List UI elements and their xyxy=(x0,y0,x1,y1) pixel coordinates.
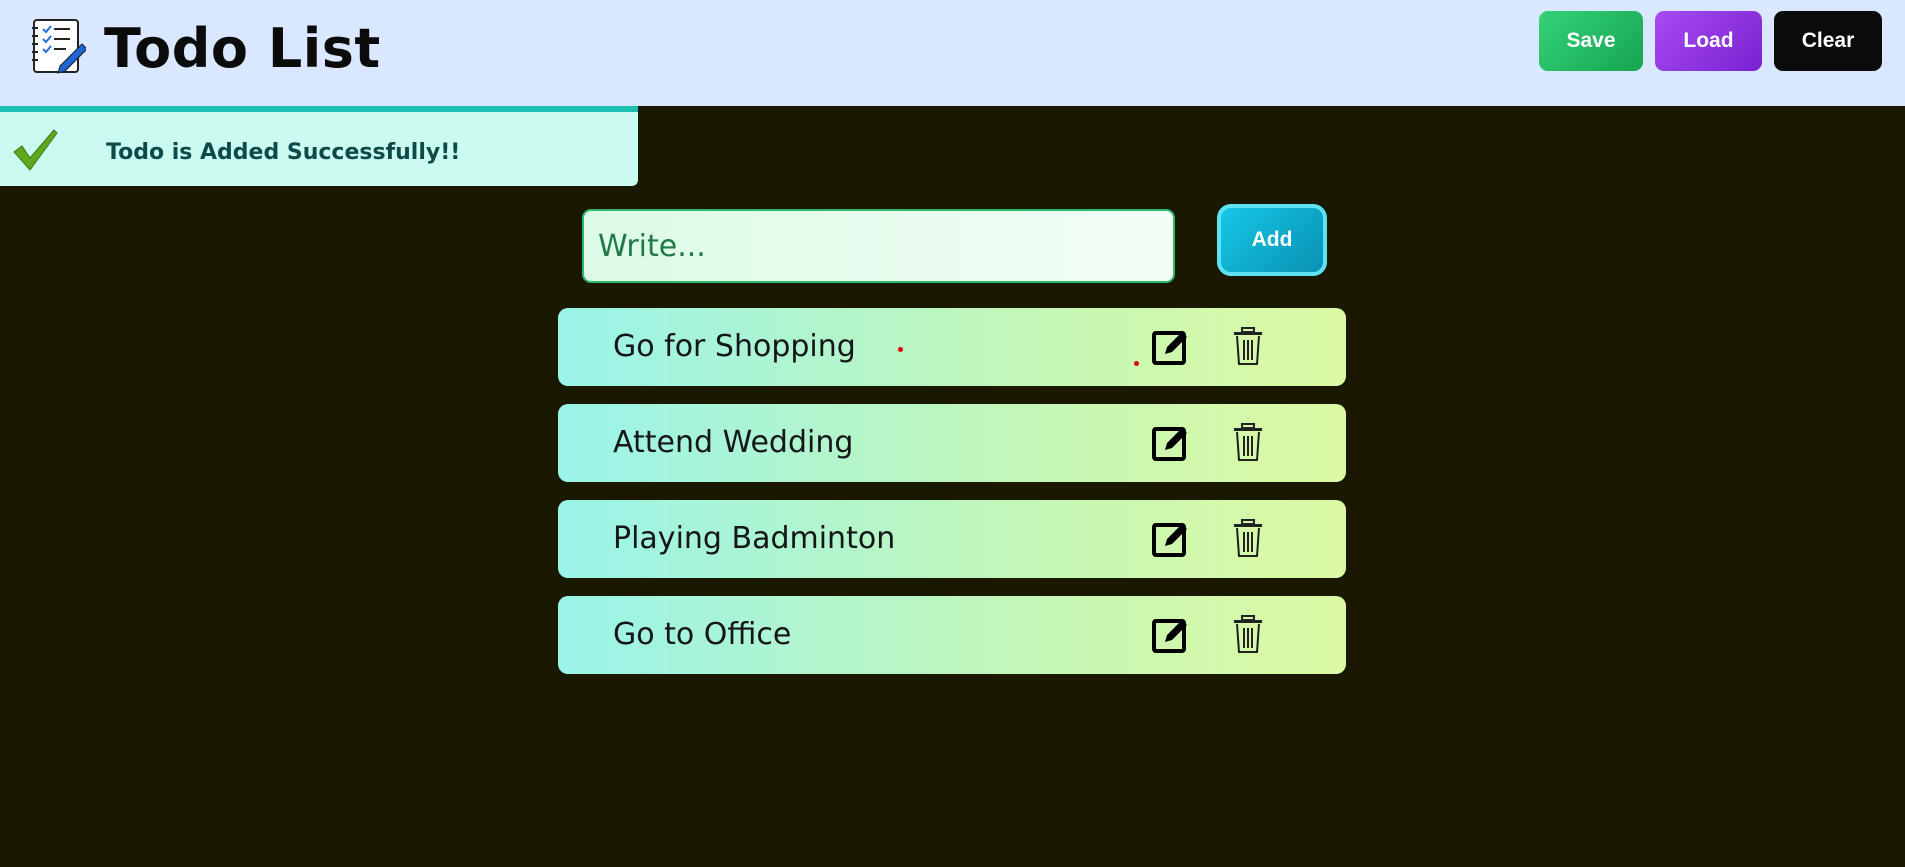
save-button[interactable]: Save xyxy=(1539,11,1643,71)
marker-dot xyxy=(898,347,903,352)
edit-icon[interactable] xyxy=(1151,616,1189,654)
app-header: Todo List Save Load Clear xyxy=(0,0,1905,106)
load-button[interactable]: Load xyxy=(1655,11,1762,71)
todo-item: Go to Office xyxy=(558,596,1346,674)
todo-item: Playing Badminton xyxy=(558,500,1346,578)
trash-icon[interactable] xyxy=(1232,422,1264,462)
todo-text: Go for Shopping xyxy=(613,329,856,364)
add-button[interactable]: Add xyxy=(1217,204,1327,276)
todo-text: Attend Wedding xyxy=(613,425,854,460)
edit-icon[interactable] xyxy=(1151,424,1189,462)
todo-input[interactable] xyxy=(582,209,1175,283)
edit-icon[interactable] xyxy=(1151,328,1189,366)
page-title: Todo List xyxy=(104,17,381,80)
todo-text: Playing Badminton xyxy=(613,521,896,556)
checklist-notepad-icon xyxy=(32,19,86,74)
marker-dot xyxy=(1134,361,1139,366)
toast-message: Todo is Added Successfully!! xyxy=(106,140,461,165)
clear-button[interactable]: Clear xyxy=(1774,11,1882,71)
todo-text: Go to Office xyxy=(613,617,792,652)
edit-icon[interactable] xyxy=(1151,520,1189,558)
todo-item: Go for Shopping xyxy=(558,308,1346,386)
trash-icon[interactable] xyxy=(1232,326,1264,366)
trash-icon[interactable] xyxy=(1232,614,1264,654)
success-toast[interactable]: Todo is Added Successfully!! xyxy=(0,106,638,186)
trash-icon[interactable] xyxy=(1232,518,1264,558)
checkmark-icon xyxy=(13,129,58,171)
todo-item: Attend Wedding xyxy=(558,404,1346,482)
